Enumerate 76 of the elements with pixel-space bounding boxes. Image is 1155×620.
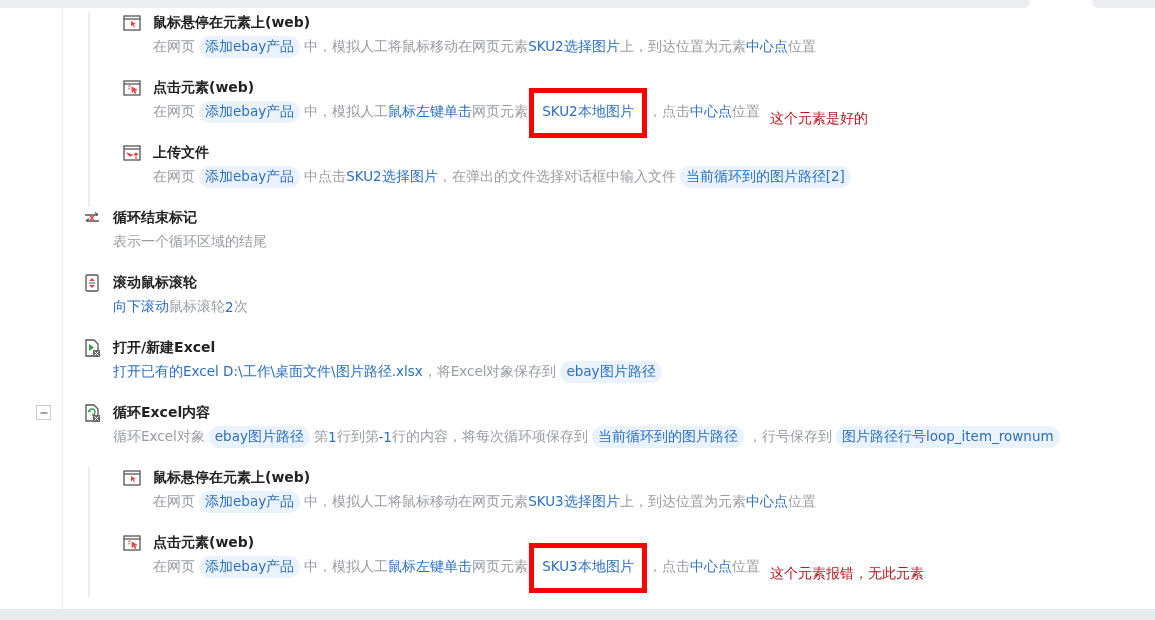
description-text: 表示一个循环区域的结尾 bbox=[113, 233, 267, 251]
parameter-link[interactable]: SKU3选择图片 bbox=[528, 493, 620, 511]
description-text: ，行号保存到 bbox=[747, 428, 832, 446]
variable-chip[interactable]: 添加ebay产品 bbox=[199, 166, 301, 188]
description-text: 中点击 bbox=[304, 168, 347, 186]
description-text: ，将Excel对象保存到 bbox=[422, 363, 557, 381]
cursor-window-icon bbox=[123, 14, 141, 32]
parameter-link[interactable]: SKU2选择图片 bbox=[346, 168, 438, 186]
description-text: 循环Excel对象 bbox=[113, 428, 205, 446]
variable-chip[interactable]: ebay图片路径 bbox=[208, 426, 310, 448]
description-text: 在网页 bbox=[153, 38, 195, 56]
description-text: 在网页 bbox=[153, 493, 195, 511]
step-title: 滚动鼠标滚轮 bbox=[113, 274, 197, 292]
description-text: 网页元素 bbox=[472, 558, 529, 576]
excel-file-icon bbox=[83, 404, 101, 422]
description-text: 在网页 bbox=[153, 558, 195, 576]
parameter-link[interactable]: 中心点 bbox=[745, 493, 788, 511]
description-text: 上，到达位置为元素 bbox=[619, 493, 746, 511]
parameter-link[interactable]: 鼠标左键单击 bbox=[388, 103, 473, 121]
variable-chip[interactable]: 添加ebay产品 bbox=[199, 36, 301, 58]
parameter-link[interactable]: -1 bbox=[378, 429, 392, 445]
parameter-link[interactable]: SKU2选择图片 bbox=[528, 38, 620, 56]
step-title: 循环结束标记 bbox=[113, 209, 197, 227]
description-text: ，点击 bbox=[647, 103, 690, 121]
parameter-link[interactable]: 1 bbox=[327, 429, 337, 445]
parameter-link[interactable]: 中心点 bbox=[689, 558, 732, 576]
scroll-icon bbox=[83, 274, 101, 292]
description-text: 位置 bbox=[731, 103, 760, 121]
description-text: 中，模拟人工将鼠标移动在网页元素 bbox=[304, 38, 529, 56]
parameter-link[interactable]: 中心点 bbox=[745, 38, 788, 56]
description-text: 行到第 bbox=[336, 428, 379, 446]
parameter-link[interactable]: 向下滚动 bbox=[113, 298, 169, 316]
annotation-note: 这个元素是好的 bbox=[769, 110, 868, 128]
variable-chip[interactable]: 图片路径行号loop_item_rownum bbox=[835, 426, 1060, 448]
parameter-link[interactable]: 鼠标左键单击 bbox=[388, 558, 473, 576]
description-text: 在网页 bbox=[153, 103, 195, 121]
excel-file-icon bbox=[83, 339, 101, 357]
description-text: 鼠标滚轮 bbox=[169, 298, 225, 316]
variable-chip[interactable]: 添加ebay产品 bbox=[199, 101, 301, 123]
description-text: 位置 bbox=[787, 38, 816, 56]
cursor-window-icon bbox=[123, 534, 141, 552]
description-text: 上，到达位置为元素 bbox=[619, 38, 746, 56]
variable-chip[interactable]: 添加ebay产品 bbox=[199, 556, 301, 578]
description-text: 中，模拟人工 bbox=[304, 103, 389, 121]
parameter-link[interactable]: 2 bbox=[225, 299, 234, 315]
variable-chip[interactable]: 当前循环到的图片路径 bbox=[591, 426, 744, 448]
parameter-link[interactable]: SKU2本地图片 bbox=[542, 103, 634, 119]
step-title: 循环Excel内容 bbox=[113, 404, 211, 422]
description-text: 次 bbox=[233, 298, 248, 316]
step-title: 点击元素(web) bbox=[153, 534, 255, 552]
variable-chip[interactable]: 当前循环到的图片路径[2] bbox=[679, 166, 851, 188]
collapse-button[interactable] bbox=[36, 405, 51, 420]
parameter-link[interactable]: SKU3本地图片 bbox=[542, 558, 634, 574]
cursor-window-icon bbox=[123, 469, 141, 487]
description-text: 在网页 bbox=[153, 168, 195, 186]
description-text: ，点击 bbox=[647, 558, 690, 576]
variable-chip[interactable]: ebay图片路径 bbox=[560, 361, 662, 383]
description-text: 行的内容，将每次循环项保存到 bbox=[391, 428, 588, 446]
parameter-link[interactable]: 打开已有的Excel D:\工作\桌面文件\图片路径.xlsx bbox=[113, 363, 423, 381]
step-title: 打开/新建Excel bbox=[113, 339, 216, 357]
annotation-note: 这个元素报错，无此元素 bbox=[769, 565, 924, 583]
description-text: ，在弹出的文件选择对话框中输入文件 bbox=[437, 168, 676, 186]
step-title: 鼠标悬停在元素上(web) bbox=[153, 14, 311, 32]
upload-window-icon bbox=[123, 144, 141, 162]
description-text: 第 bbox=[313, 428, 328, 446]
description-text: 中，模拟人工 bbox=[304, 558, 389, 576]
step-title: 点击元素(web) bbox=[153, 79, 255, 97]
description-text: 位置 bbox=[787, 493, 816, 511]
description-text: 位置 bbox=[731, 558, 760, 576]
step-title: 鼠标悬停在元素上(web) bbox=[153, 469, 311, 487]
variable-chip[interactable]: 添加ebay产品 bbox=[199, 491, 301, 513]
description-text: 网页元素 bbox=[472, 103, 529, 121]
description-text: 中，模拟人工将鼠标移动在网页元素 bbox=[304, 493, 529, 511]
step-title: 上传文件 bbox=[153, 144, 209, 162]
parameter-link[interactable]: 中心点 bbox=[689, 103, 732, 121]
cursor-window-icon bbox=[123, 79, 141, 97]
